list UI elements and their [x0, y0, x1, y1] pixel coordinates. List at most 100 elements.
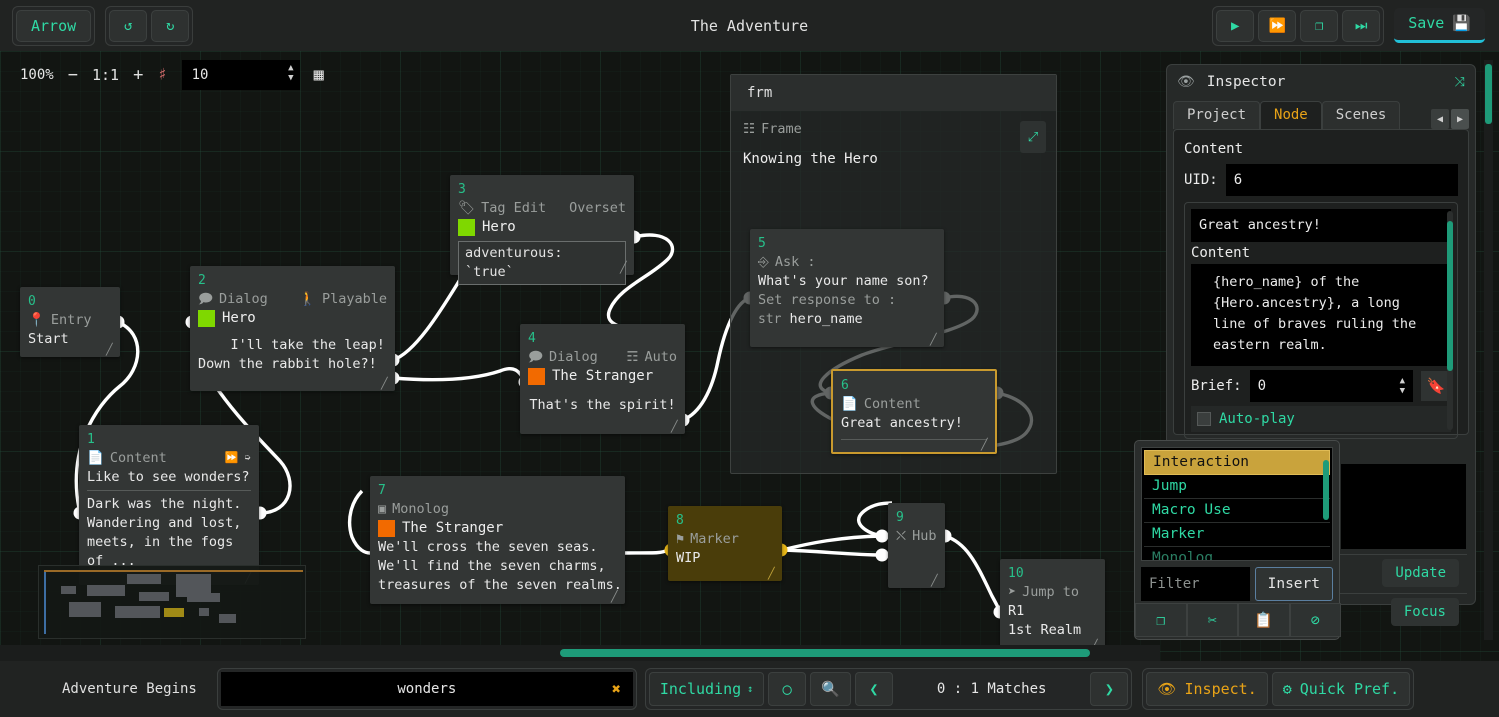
scrollbar-thumb[interactable] [560, 649, 1090, 657]
chevron-right-icon[interactable]: ▶ [1451, 109, 1469, 129]
resize-handle[interactable]: ╱ [381, 378, 392, 389]
graph-node-10[interactable]: 10 ➤ Jump to R1 1st Realm ╱ [1000, 559, 1105, 653]
node-content-textarea[interactable]: {hero_name} of the {Hero.ancestry}, a lo… [1191, 264, 1451, 366]
speaker-color-swatch [198, 310, 215, 327]
graph-node-2[interactable]: 2 🗩 Dialog 🚶 Playable Hero I'll take the… [190, 266, 395, 391]
search-prev-button[interactable]: ❮ [854, 672, 893, 706]
fast-forward-button[interactable]: ⏩ [1258, 9, 1297, 42]
canvas-horizontal-scrollbar[interactable] [0, 645, 1160, 661]
list-item-macro-use[interactable]: Macro Use [1144, 499, 1330, 523]
tab-project[interactable]: Project [1173, 101, 1261, 129]
snap-icon[interactable]: ♯ [157, 66, 167, 84]
update-button[interactable]: Update [1382, 559, 1459, 587]
list-item-jump[interactable]: Jump [1144, 475, 1330, 499]
graph-node-8[interactable]: 8 ⚑ Marker WIP ╱ [668, 506, 782, 581]
save-button[interactable]: Save 💾 [1394, 8, 1485, 43]
graph-node-1[interactable]: 1 📄 Content ⏩ ➭ Like to see wonders? Dar… [79, 425, 259, 585]
search-scope-button[interactable]: ◯ [768, 672, 807, 706]
list-item-monolog[interactable]: Monolog [1144, 547, 1330, 560]
inspector-form-scrollbar[interactable] [1447, 211, 1453, 430]
node-type-label: Tag Edit [481, 200, 547, 216]
filter-input[interactable]: Filter [1141, 567, 1250, 601]
arrow-mode-button[interactable]: Arrow [16, 9, 92, 42]
clipboard-icon[interactable]: 📋 [1238, 603, 1290, 637]
scrollbar-thumb[interactable] [1447, 221, 1453, 371]
expand-icon[interactable]: ⤨ [1455, 75, 1465, 90]
search-filter-select[interactable]: Including ↕ [648, 672, 765, 706]
resize-handle[interactable]: ╱ [620, 262, 631, 273]
grid-table-icon[interactable]: ▦ [314, 66, 324, 84]
minimap[interactable] [38, 565, 306, 639]
minimap-node [115, 606, 160, 618]
node-type-row: ▣ Monolog [378, 499, 617, 519]
undo-button[interactable]: ↺ [109, 9, 148, 42]
tag-value-field[interactable]: adventurous: `true` [458, 241, 626, 285]
status-bar: Adventure Begins wonders ✖ Including ↕ ◯… [0, 661, 1499, 717]
node-title: Like to see wonders? [87, 469, 250, 485]
id-card-icon: ▣ [378, 501, 387, 517]
search-run-button[interactable]: 🔍 [810, 672, 851, 706]
minus-icon[interactable]: − [68, 66, 78, 84]
insert-button[interactable]: Insert [1254, 567, 1333, 601]
node-index: 0 [28, 294, 36, 309]
resize-handle[interactable]: ╱ [611, 591, 622, 602]
resize-handle[interactable]: ╱ [768, 568, 779, 579]
resize-handle[interactable]: ╱ [931, 575, 942, 586]
graph-node-4[interactable]: 4 🗩 Dialog ☶ Auto The Stranger That's th… [520, 324, 685, 434]
list-item-marker[interactable]: Marker [1144, 523, 1330, 547]
graph-node-9[interactable]: 9 ⛌ Hub ╱ [888, 503, 945, 588]
copy-icon[interactable]: ❐ [1135, 603, 1187, 637]
tab-scenes[interactable]: Scenes [1321, 101, 1401, 129]
flag-icon: ⚑ [676, 531, 685, 547]
node-type-label: Dialog [549, 349, 598, 365]
play-button[interactable]: ▶ [1216, 9, 1255, 42]
scrollbar-thumb[interactable] [1485, 64, 1492, 124]
node-type-list[interactable]: Interaction Jump Macro Use Marker Monolo… [1141, 447, 1333, 561]
list-scrollbar-thumb[interactable] [1323, 460, 1329, 520]
plus-icon[interactable]: + [133, 66, 143, 84]
duplicate-icon: ❐ [1314, 17, 1324, 34]
search-next-button[interactable]: ❯ [1090, 672, 1129, 706]
brief-stepper[interactable]: ▲ ▼ [1400, 377, 1405, 396]
autoplay-checkbox[interactable] [1197, 412, 1211, 426]
person-icon: 🚶 [299, 291, 316, 307]
right-controls-group: 👁 Inspect. ⚙ Quick Pref. [1142, 668, 1415, 710]
node-type-row: ⚑ Marker [676, 529, 774, 549]
graph-node-7[interactable]: 7 ▣ Monolog The Stranger We'll cross the… [370, 476, 625, 604]
grid-size-input[interactable]: 10 ▲ ▼ [181, 60, 300, 90]
search-input[interactable]: wonders ✖ [220, 672, 633, 706]
resize-handle[interactable]: ╱ [106, 344, 117, 355]
redo-button[interactable]: ↻ [151, 9, 190, 42]
uid-input[interactable]: 6 [1225, 164, 1458, 196]
graph-node-6[interactable]: 6 📄 Content Great ancestry! ╱ [831, 369, 997, 454]
duplicate-button[interactable]: ❐ [1300, 9, 1339, 42]
node-title-input[interactable]: Great ancestry! [1191, 209, 1451, 242]
resize-handle[interactable]: ╱ [671, 421, 682, 432]
search-value: wonders [397, 681, 457, 697]
quick-pref-button[interactable]: ⚙ Quick Pref. [1271, 672, 1411, 706]
graph-node-3[interactable]: 3 🏷 Tag Edit Overset Hero adventurous: `… [450, 175, 634, 285]
frame-collapse-button[interactable]: ⤢ [1020, 121, 1046, 153]
graph-node-5[interactable]: 5 ⎆ Ask : What's your name son? Set resp… [750, 229, 944, 347]
chevron-left-icon[interactable]: ◀ [1431, 109, 1449, 129]
scissors-icon[interactable]: ✂ [1186, 603, 1238, 637]
resize-handle[interactable]: ╱ [981, 439, 992, 450]
close-x-icon[interactable]: ✖ [612, 680, 621, 698]
forbidden-icon[interactable]: ⊘ [1289, 603, 1341, 637]
inspect-toggle-button[interactable]: 👁 Inspect. [1146, 672, 1268, 706]
node-type-row: 📄 Content ⏩ ➭ [87, 448, 251, 468]
history-button-group: ↺ ↻ [105, 5, 194, 46]
skip-to-end-button[interactable]: ⏭ [1342, 9, 1381, 42]
focus-button[interactable]: Focus [1390, 598, 1459, 626]
canvas-vertical-scrollbar[interactable] [1484, 60, 1493, 640]
autoplay-row[interactable]: Auto-play [1191, 406, 1451, 432]
list-item-interaction[interactable]: Interaction [1144, 450, 1330, 475]
grid-size-stepper[interactable]: ▲ ▼ [288, 64, 293, 83]
brief-input[interactable]: 0 ▲ ▼ [1249, 370, 1413, 402]
tab-node[interactable]: Node [1260, 101, 1322, 129]
node-type-label: Dialog [219, 291, 268, 307]
zoom-reset-button[interactable]: 1:1 [92, 67, 119, 83]
resize-handle[interactable]: ╱ [930, 334, 941, 345]
graph-node-0[interactable]: 0 📍 Entry Start ╱ [20, 287, 120, 357]
eye-icon[interactable]: 👁 [1177, 74, 1195, 90]
